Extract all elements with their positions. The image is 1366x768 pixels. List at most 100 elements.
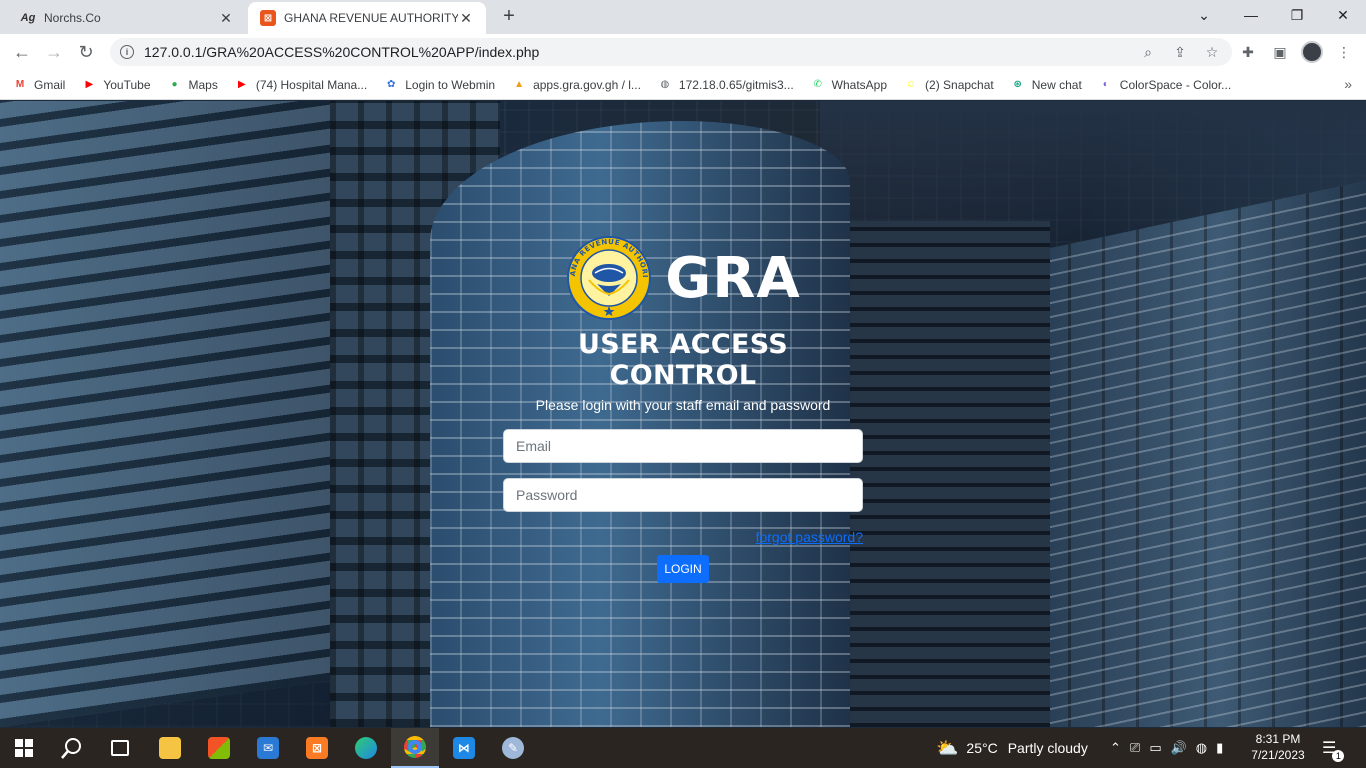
bookmark-item[interactable]: ◍ 172.18.0.65/gitmis3... [657,77,794,93]
bookmark-item[interactable]: ◐ ColorSpace - Color... [1098,77,1231,93]
close-icon[interactable]: ✕ [218,10,234,26]
minimize-button[interactable]: — [1228,0,1274,30]
profile-avatar[interactable] [1300,40,1324,64]
bookmark-item[interactable]: ▲ apps.gra.gov.gh / l... [511,77,641,93]
weather-widget[interactable]: ⛅ 25°C Partly cloudy [936,728,1088,768]
address-url[interactable]: 127.0.0.1/GRA%20ACCESS%20CONTROL%20APP/i… [144,44,1136,60]
share-icon[interactable]: ⇪ [1168,40,1192,64]
xampp-icon[interactable]: ⊠ [293,728,341,768]
maps-icon: ● [171,79,178,90]
bookmark-label: (2) Snapchat [925,77,994,92]
start-button[interactable] [0,728,48,768]
background-building [1000,181,1366,727]
bookmark-item[interactable]: ● Maps [167,77,218,93]
bookmark-label: ColorSpace - Color... [1119,77,1232,92]
paint-icon[interactable]: ✎ [489,728,537,768]
close-icon[interactable]: ✕ [458,10,474,26]
menu-kebab-icon[interactable]: ⋮ [1332,40,1356,64]
bookmark-item[interactable]: ✿ Login to Webmin [383,77,495,93]
battery-icon[interactable]: ▮ [1216,740,1223,756]
bookmark-label: New chat [1031,77,1082,92]
partly-cloudy-icon: ⛅ [936,737,959,758]
new-tab-button[interactable]: + [498,6,520,28]
gmail-icon: M [15,79,25,90]
tab-title: GHANA REVENUE AUTHORITY [284,11,458,25]
meet-now-icon[interactable]: ⎚ [1130,740,1140,756]
login-form: GHANA REVENUE AUTHORITY GRA USER ACCESS … [503,235,863,583]
phpmyadmin-icon: ▲ [514,79,525,90]
microsoft-store-icon[interactable] [195,728,243,768]
background-building [0,101,330,727]
display-icon[interactable]: ▭ [1149,740,1161,756]
bookmarks-overflow-icon[interactable]: » [1344,76,1352,92]
globe-icon: ◍ [660,79,670,90]
edge-icon[interactable] [342,728,390,768]
youtube-icon: ▶ [237,79,246,90]
task-view-icon[interactable] [96,728,144,768]
bookmark-label: Gmail [34,77,66,92]
back-button[interactable]: ← [10,40,34,64]
extensions-icon[interactable]: ✚ [1236,40,1260,64]
window-close-button[interactable]: ✕ [1320,0,1366,30]
background-building [850,221,1050,727]
page-background: GHANA REVENUE AUTHORITY GRA USER ACCESS … [0,101,1366,727]
system-tray: ⌃ ⎚ ▭ 🔊 ◍ ▮ [1110,728,1223,768]
clock-date: 7/21/2023 [1251,748,1305,762]
globe-icon[interactable]: ◍ [1196,740,1207,756]
system-clock[interactable]: 8:31 PM 7/21/2023 [1248,731,1308,763]
bookmark-label: Login to Webmin [405,77,496,92]
windows-taskbar: ✉ ⊠ ⋈ ✎ ⛅ 25°C Partly cloudy ⌃ ⎚ ▭ 🔊 ◍ ▮… [0,728,1366,768]
mail-icon[interactable]: ✉ [244,728,292,768]
tab-title: Norchs.Co [44,11,101,25]
zoom-icon[interactable]: ⌕ [1136,40,1160,64]
login-instructions: Please login with your staff email and p… [535,397,831,413]
email-field[interactable] [503,429,863,463]
file-explorer-icon[interactable] [146,728,194,768]
page-title: USER ACCESS CONTROL [578,329,788,391]
tab-search-icon[interactable]: ⌄ [1181,0,1227,30]
address-bar[interactable]: i 127.0.0.1/GRA%20ACCESS%20CONTROL%20APP… [110,38,1232,66]
browser-tab-strip: Ag Norchs.Co ✕ ⊠ GHANA REVENUE AUTHORITY… [0,0,1366,34]
bookmark-label: apps.gra.gov.gh / l... [533,77,641,92]
bookmark-item[interactable]: ▶ YouTube [81,77,150,93]
bookmark-item[interactable]: ☺ (2) Snapchat [903,77,994,93]
brand-name: GRA [665,245,801,311]
notification-count-badge: 1 [1332,750,1345,762]
reload-button[interactable]: ↻ [74,40,98,64]
side-panel-icon[interactable]: ▣ [1268,40,1292,64]
brand-header: GHANA REVENUE AUTHORITY GRA [503,235,863,321]
bookmark-label: (74) Hospital Mana... [255,77,368,92]
bookmarks-bar: M Gmail ▶ YouTube ● Maps ▶ (74) Hospital Mana..… [0,70,1366,100]
chrome-icon[interactable] [391,728,439,768]
weather-desc: Partly cloudy [1007,740,1088,756]
weather-temp: 25°C [966,740,998,756]
bookmark-label: 172.18.0.65/gitmis3... [678,77,794,92]
notification-center-icon[interactable]: ☰ 1 [1322,728,1345,768]
login-button[interactable]: LOGIN [657,555,709,583]
tab-norchs[interactable]: Ag Norchs.Co ✕ [8,2,246,34]
tab-gra[interactable]: ⊠ GHANA REVENUE AUTHORITY ✕ [248,2,486,34]
webmin-icon: ✿ [387,79,396,90]
chatgpt-icon: ⊛ [1013,79,1022,90]
chevron-up-icon[interactable]: ⌃ [1110,740,1121,756]
search-icon[interactable] [48,728,96,768]
bookmark-item[interactable]: M Gmail [12,77,66,93]
browser-toolbar: ← → ↻ i 127.0.0.1/GRA%20ACCESS%20CONTROL… [0,34,1366,70]
bookmark-star-icon[interactable]: ☆ [1200,40,1224,64]
bookmark-label: YouTube [103,77,151,92]
forgot-password-link[interactable]: forgot password? [503,529,863,545]
bookmark-item[interactable]: ▶ (74) Hospital Mana... [234,77,367,93]
bookmark-label: Maps [188,77,218,92]
volume-icon[interactable]: 🔊 [1171,740,1187,756]
bookmark-item[interactable]: ✆ WhatsApp [810,77,887,93]
vscode-icon[interactable]: ⋈ [440,728,488,768]
forward-button[interactable]: → [42,40,66,64]
windows-logo-icon [15,739,33,757]
ag-logo-icon: Ag [20,12,36,24]
password-field[interactable] [503,478,863,512]
bookmark-item[interactable]: ⊛ New chat [1010,77,1082,93]
youtube-icon: ▶ [85,79,94,90]
restore-button[interactable]: ❐ [1274,0,1320,30]
gra-seal-logo: GHANA REVENUE AUTHORITY [565,236,652,320]
site-info-icon[interactable]: i [120,45,134,59]
